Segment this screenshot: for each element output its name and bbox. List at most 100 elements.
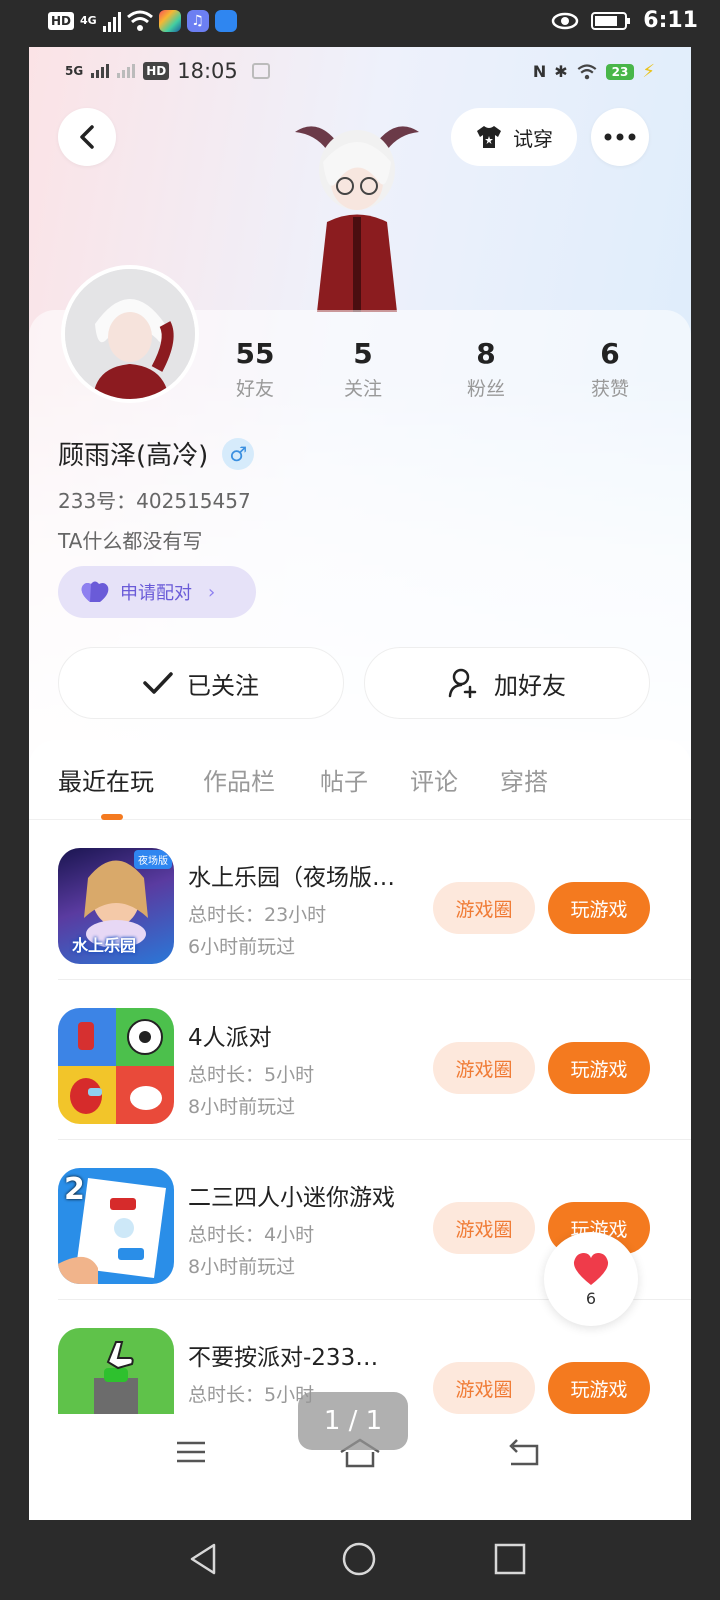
checkmark-icon	[143, 672, 173, 694]
inner-signal2-icon	[117, 64, 136, 78]
hd-indicator: HD	[48, 12, 75, 30]
inner-status-bar: 5G HD 18:05 N ✱ 23 ⚡	[29, 57, 691, 87]
charging-icon: ⚡	[642, 61, 655, 82]
tab-works[interactable]: 作品栏	[203, 762, 275, 797]
request-pair-label: 申请配对	[120, 583, 192, 604]
wifi-icon	[126, 10, 153, 31]
try-on-label: 试穿	[513, 126, 553, 151]
tshirt-icon	[477, 126, 501, 148]
outer-status-bar: HD 4G ♫ 6:11	[0, 0, 720, 48]
stat-friends-label: 好友	[235, 378, 274, 400]
add-user-icon	[448, 668, 477, 698]
battery-icon	[591, 11, 631, 30]
stat-friends-number: 55	[235, 337, 275, 370]
game-duration: 总时长：5小时	[188, 1064, 315, 1086]
outer-clock: 6:11	[643, 8, 698, 33]
stat-following-label: 关注	[343, 378, 382, 400]
nav-recents-icon[interactable]	[494, 1543, 526, 1575]
nfc-icon: N	[532, 62, 547, 81]
play-game-button[interactable]: 玩游戏	[548, 882, 650, 934]
nav-back-icon[interactable]	[188, 1542, 218, 1576]
profile-name-row: 顾雨泽(高冷) ♂	[58, 435, 255, 472]
try-on-button[interactable]: 试穿	[451, 108, 577, 166]
profile-bio: TA什么都没有写	[58, 529, 203, 553]
heart-icon	[573, 1252, 609, 1285]
game-duration: 总时长：4小时	[188, 1224, 315, 1246]
play-game-button[interactable]: 玩游戏	[548, 1362, 650, 1414]
more-dots-icon	[604, 133, 636, 141]
signal-icon	[102, 10, 121, 32]
inner-clock: 18:05	[177, 59, 238, 83]
game-last-played: 8小时前玩过	[188, 1256, 296, 1278]
game-circle-button[interactable]: 游戏圈	[433, 1042, 535, 1094]
game-row[interactable]: 夜场版 水上乐园 水上乐园（夜场版… 总时长：23小时 6小时前玩过 游戏圈 玩…	[29, 820, 691, 980]
inner-network-type: 5G	[65, 64, 84, 78]
game-circle-button[interactable]: 游戏圈	[433, 1202, 535, 1254]
game-icon-number: 2	[64, 1172, 85, 1207]
app-notification-icon	[158, 10, 181, 32]
stat-likes-number: 6	[600, 337, 620, 370]
add-friend-label: 加好友	[494, 671, 566, 700]
avatar-3d-figure	[287, 112, 427, 312]
game-title: 4人派对	[188, 1025, 272, 1051]
profile-uid: 233号：402515457	[58, 489, 251, 513]
system-navigation-bar	[0, 1520, 720, 1600]
app-screen: 5G HD 18:05 N ✱ 23 ⚡ 试穿 55 好友 5 关注 8 粉丝 …	[29, 47, 691, 1520]
request-pair-button[interactable]: 申请配对 ›	[58, 566, 256, 618]
menu-icon[interactable]	[175, 1440, 207, 1464]
tab-comments[interactable]: 评论	[410, 762, 458, 797]
stat-likes[interactable]: 6 获赞	[565, 337, 655, 401]
game-duration: 总时长：23小时	[188, 904, 327, 926]
stat-friends[interactable]: 55 好友	[210, 337, 300, 401]
followed-label: 已关注	[187, 671, 259, 700]
tab-recently-played[interactable]: 最近在玩	[58, 762, 154, 797]
inner-hd-indicator: HD	[143, 62, 170, 80]
avatar[interactable]	[61, 265, 199, 403]
followed-button[interactable]: 已关注	[58, 647, 344, 719]
add-friend-button[interactable]: 加好友	[364, 647, 650, 719]
chevron-right-icon: ›	[208, 581, 216, 603]
game-title: 二三四人小迷你游戏	[188, 1185, 395, 1211]
stat-fans-number: 8	[476, 337, 496, 370]
tab-outfits[interactable]: 穿搭	[500, 762, 548, 797]
network-type: 4G	[80, 14, 97, 27]
inner-wifi-icon	[577, 63, 597, 79]
profile-tabs: 最近在玩 作品栏 帖子 评论 穿搭	[29, 740, 691, 820]
profile-name: 顾雨泽(高冷)	[58, 441, 209, 471]
browser-app-icon	[214, 10, 237, 32]
game-last-played: 8小时前玩过	[188, 1096, 296, 1118]
stat-following[interactable]: 5 关注	[318, 337, 408, 401]
more-options-button[interactable]	[591, 108, 649, 166]
inner-signal-icon	[91, 64, 110, 78]
game-icon[interactable]	[58, 1008, 174, 1124]
inner-battery: 23	[605, 63, 635, 80]
game-row[interactable]: 4人派对 总时长：5小时 8小时前玩过 游戏圈 玩游戏	[29, 980, 691, 1140]
like-count: 6	[585, 1288, 597, 1308]
screenshot-icon	[251, 63, 270, 79]
game-title: 不要按派对-233…	[188, 1345, 379, 1371]
stat-following-number: 5	[353, 337, 373, 370]
stat-likes-label: 获赞	[590, 378, 629, 400]
like-button[interactable]: 6	[544, 1232, 638, 1326]
game-icon-caption: 水上乐园	[72, 936, 137, 955]
eye-icon	[552, 12, 579, 29]
game-last-played: 6小时前玩过	[188, 936, 296, 958]
chevron-left-icon	[80, 125, 94, 149]
bluetooth-icon: ✱	[554, 62, 568, 81]
back-button[interactable]	[58, 108, 116, 166]
stat-fans[interactable]: 8 粉丝	[441, 337, 531, 401]
game-duration: 总时长：5小时	[188, 1384, 315, 1406]
heart-pair-icon	[81, 581, 109, 602]
game-icon-badge: 夜场版	[134, 850, 172, 869]
tab-posts[interactable]: 帖子	[320, 762, 368, 797]
game-circle-button[interactable]: 游戏圈	[433, 1362, 535, 1414]
page-indicator: 1 / 1	[298, 1392, 408, 1450]
game-icon[interactable]: 2	[58, 1168, 174, 1284]
game-title: 水上乐园（夜场版…	[188, 865, 395, 891]
play-game-button[interactable]: 玩游戏	[548, 1042, 650, 1094]
male-gender-icon: ♂	[222, 437, 255, 470]
nav-home-icon[interactable]	[342, 1542, 376, 1576]
game-circle-button[interactable]: 游戏圈	[433, 882, 535, 934]
back-return-icon[interactable]	[507, 1438, 541, 1466]
game-icon[interactable]: 夜场版 水上乐园	[58, 848, 174, 964]
